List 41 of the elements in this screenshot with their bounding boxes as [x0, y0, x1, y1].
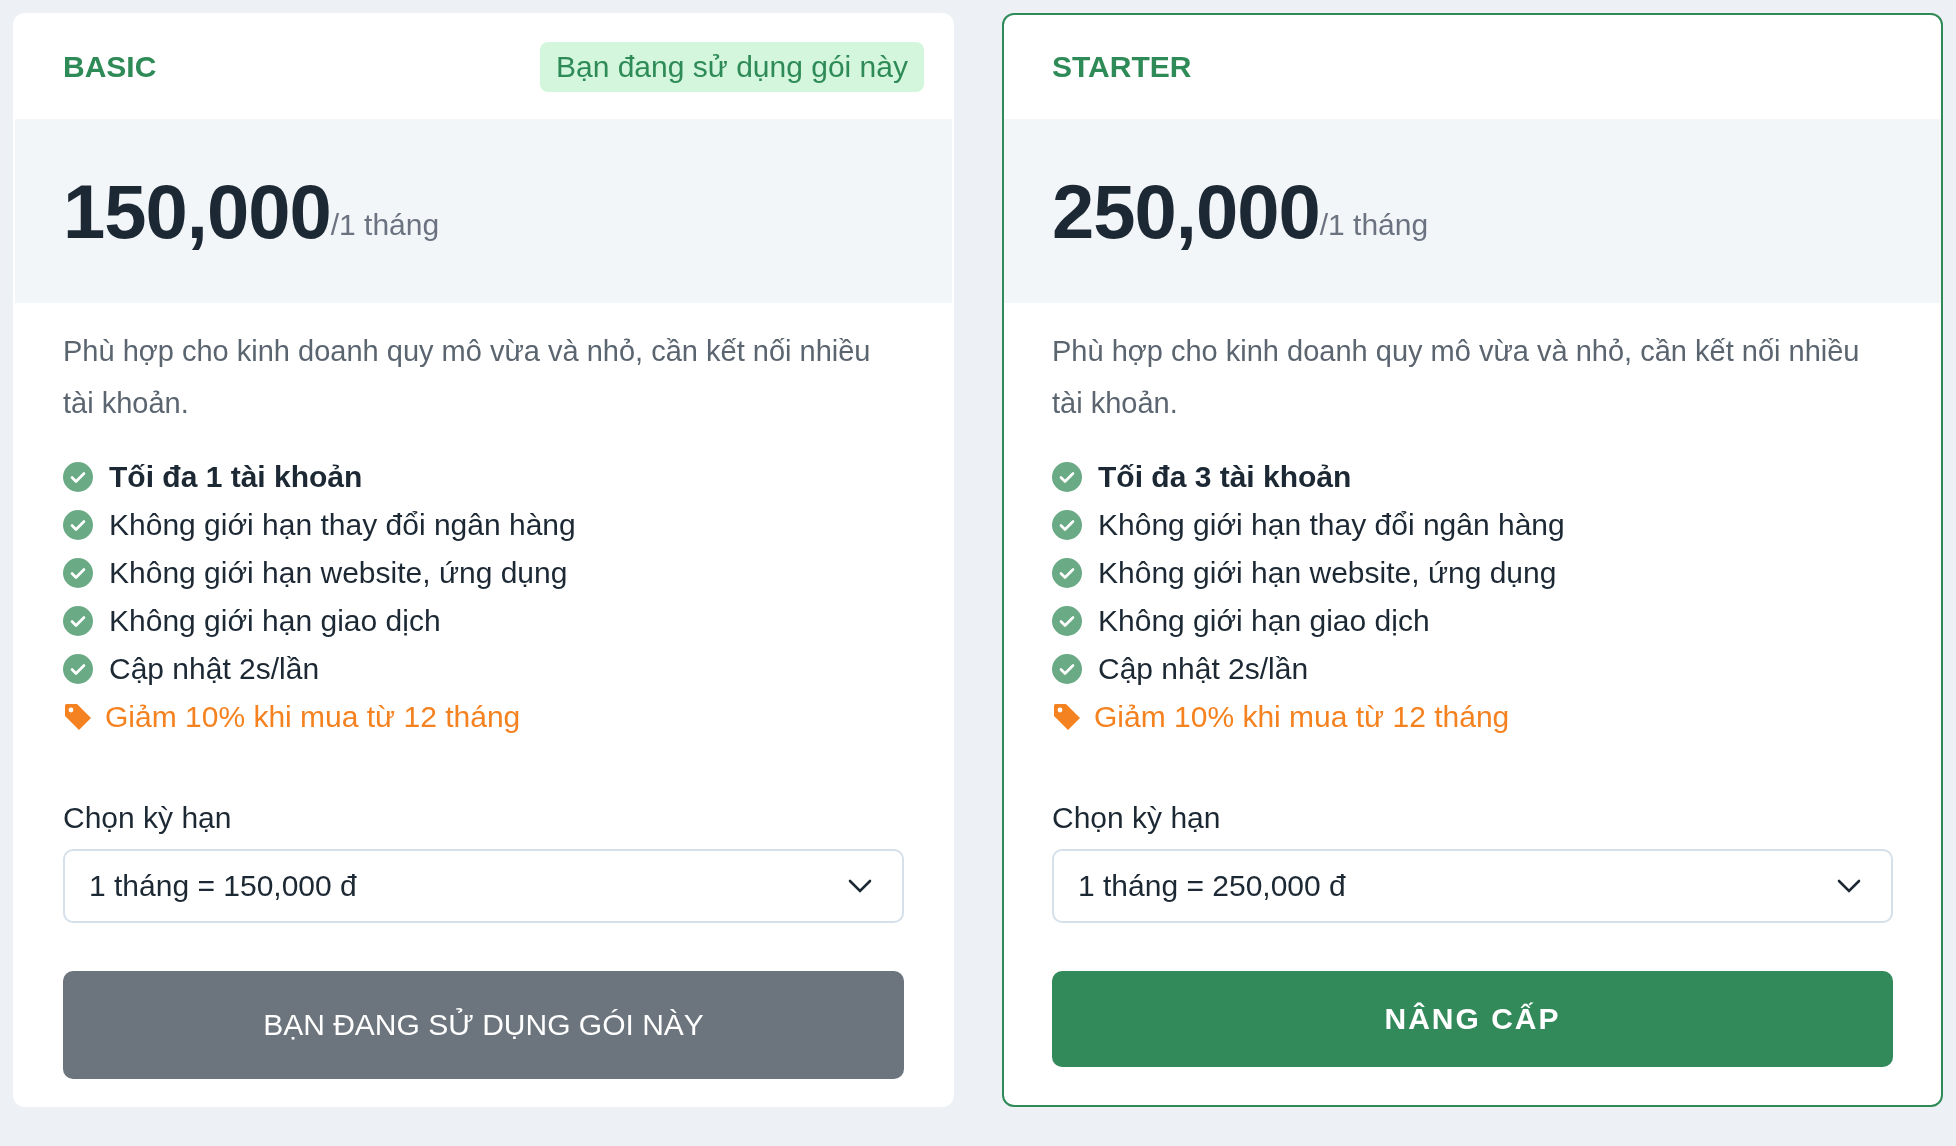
tag-icon [1052, 702, 1082, 732]
feature-text: Tối đa 1 tài khoản [109, 460, 363, 494]
feature-text: Không giới hạn website, ứng dụng [1098, 556, 1557, 590]
current-plan-badge: Bạn đang sử dụng gói này [539, 42, 924, 92]
feature-text: Không giới hạn giao dịch [1098, 604, 1430, 638]
check-circle-icon [63, 558, 93, 588]
feature-text: Cập nhật 2s/lần [1098, 652, 1309, 686]
price: 150,000 [63, 167, 331, 255]
feature-text: Không giới hạn thay đổi ngân hàng [109, 508, 576, 542]
current-plan-button[interactable]: BẠN ĐANG SỬ DỤNG GÓI NÀY [63, 971, 904, 1079]
check-circle-icon [1052, 654, 1082, 684]
check-circle-icon [63, 606, 93, 636]
feature-text: Cập nhật 2s/lần [109, 652, 320, 686]
check-circle-icon [1052, 558, 1082, 588]
term-select[interactable]: 1 tháng = 250,000 đ [1052, 849, 1893, 923]
check-circle-icon [1052, 606, 1082, 636]
discount-note: Giảm 10% khi mua từ 12 tháng [1094, 700, 1510, 734]
check-circle-icon [63, 654, 93, 684]
plan-name: STARTER [1052, 50, 1192, 84]
feature-text: Không giới hạn thay đổi ngân hàng [1098, 508, 1565, 542]
term-label: Chọn kỳ hạn [63, 801, 233, 835]
check-circle-icon [63, 462, 93, 492]
feature-text: Tối đa 3 tài khoản [1098, 460, 1352, 494]
price: 250,000 [1052, 167, 1320, 255]
check-circle-icon [1052, 462, 1082, 492]
plan-description: Phù hợp cho kinh doanh quy mô vừa và nhỏ, cần kết nối nhiều tài khoản. [1052, 334, 1861, 421]
feature-text: Không giới hạn giao dịch [109, 604, 441, 638]
upgrade-button[interactable]: NÂNG CẤP [1052, 971, 1893, 1067]
check-circle-icon [1052, 510, 1082, 540]
plan-name: BASIC [63, 50, 157, 84]
price-period: /1 tháng [330, 208, 440, 241]
chevron-down-icon [848, 879, 872, 893]
term-select[interactable]: 1 tháng = 150,000 đ [63, 849, 904, 923]
plan-description: Phù hợp cho kinh doanh quy mô vừa và nhỏ, cần kết nối nhiều tài khoản. [63, 334, 872, 421]
price-period: /1 tháng [1319, 208, 1429, 241]
discount-note: Giảm 10% khi mua từ 12 tháng [105, 700, 521, 734]
chevron-down-icon [1837, 879, 1861, 893]
tag-icon [63, 702, 93, 732]
check-circle-icon [63, 510, 93, 540]
term-label: Chọn kỳ hạn [1052, 801, 1222, 835]
feature-text: Không giới hạn website, ứng dụng [109, 556, 568, 590]
